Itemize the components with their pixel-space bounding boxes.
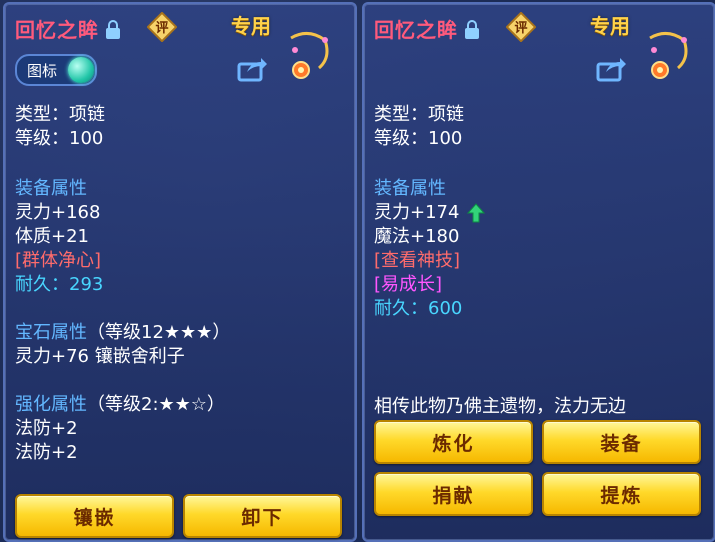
enhance-stat-1: 法防+2 bbox=[15, 418, 78, 439]
durability-label: 耐久： bbox=[15, 274, 69, 295]
lock-icon[interactable] bbox=[105, 20, 121, 40]
rate-badge-glyph: 评 bbox=[155, 21, 168, 36]
stat-spirit-row: 灵力+174 bbox=[374, 198, 486, 224]
refine-button[interactable]: 炼化 bbox=[374, 420, 533, 464]
rate-badge-icon[interactable]: 评 bbox=[506, 12, 536, 42]
equip-attr-title: 装备属性 bbox=[374, 178, 446, 199]
item-type: 类型：项链 bbox=[374, 104, 464, 125]
gem-attr-title: 宝石属性 bbox=[15, 322, 87, 343]
equip-attr-title: 装备属性 bbox=[15, 178, 87, 199]
inlay-button[interactable]: 镶嵌 bbox=[15, 494, 174, 538]
durability: 耐久：293 bbox=[15, 270, 103, 296]
enhance-attr-title: 强化属性 bbox=[15, 394, 87, 415]
special-easy-growth[interactable]: [易成长] bbox=[374, 270, 442, 296]
rate-badge-glyph: 评 bbox=[514, 21, 527, 36]
up-arrow-icon bbox=[467, 203, 486, 223]
item-level: 等级：100 bbox=[15, 128, 104, 149]
exclusive-label: 专用 bbox=[231, 14, 271, 38]
durability: 耐久：600 bbox=[374, 294, 462, 320]
enhance-stat-2: 法防+2 bbox=[15, 442, 78, 463]
item-name: 回忆之眸 bbox=[15, 18, 99, 42]
item-type: 类型：项链 bbox=[15, 104, 105, 125]
unload-button[interactable]: 卸下 bbox=[183, 494, 342, 538]
gem-effect: 灵力+76 镶嵌舍利子 bbox=[15, 346, 185, 367]
rate-badge-icon[interactable]: 评 bbox=[147, 12, 177, 42]
gem-level: （等级12★★★） bbox=[87, 322, 231, 343]
skill-group-purify[interactable]: [群体净心] bbox=[15, 246, 101, 272]
durability-label: 耐久： bbox=[374, 298, 428, 319]
icon-toggle[interactable]: 图标 bbox=[15, 54, 97, 86]
item-name: 回忆之眸 bbox=[374, 18, 458, 42]
lock-icon[interactable] bbox=[464, 20, 480, 40]
exclusive-label: 专用 bbox=[590, 14, 630, 38]
item-level: 等级：100 bbox=[374, 128, 463, 149]
durability-value: 600 bbox=[428, 298, 463, 319]
gem-attr: 宝石属性（等级12★★★） bbox=[15, 318, 230, 344]
donate-button[interactable]: 捐献 bbox=[374, 472, 533, 516]
enhance-attr: 强化属性（等级2:★★☆） bbox=[15, 390, 225, 416]
equipped-item-tooltip: 回忆之眸 评 专用 图标 类型：项链 等级：100 装备属性 灵力+168 体质… bbox=[3, 2, 357, 542]
toggle-knob[interactable] bbox=[68, 57, 94, 83]
durability-value: 293 bbox=[69, 274, 104, 295]
necklace-icon bbox=[290, 32, 329, 79]
equip-button[interactable]: 装备 bbox=[542, 420, 701, 464]
share-icon[interactable] bbox=[237, 56, 267, 82]
stat-magic: 魔法+180 bbox=[374, 226, 460, 247]
stat-spirit: 灵力+168 bbox=[15, 202, 101, 223]
compare-item-tooltip: 回忆之眸 评 专用 类型：项链 等级：100 装备属性 灵力+174 魔法+18… bbox=[362, 2, 715, 542]
necklace-icon bbox=[649, 32, 688, 79]
stat-spirit: 灵力+174 bbox=[374, 202, 460, 223]
extract-button[interactable]: 提炼 bbox=[542, 472, 701, 516]
skill-view-divine[interactable]: [查看神技] bbox=[374, 246, 460, 272]
item-description: 相传此物乃佛主遗物，法力无边 bbox=[374, 396, 626, 417]
enhance-level: （等级2:★★☆） bbox=[87, 394, 225, 415]
icon-toggle-label: 图标 bbox=[27, 62, 58, 80]
stat-constitution: 体质+21 bbox=[15, 226, 89, 247]
share-icon[interactable] bbox=[596, 56, 626, 82]
